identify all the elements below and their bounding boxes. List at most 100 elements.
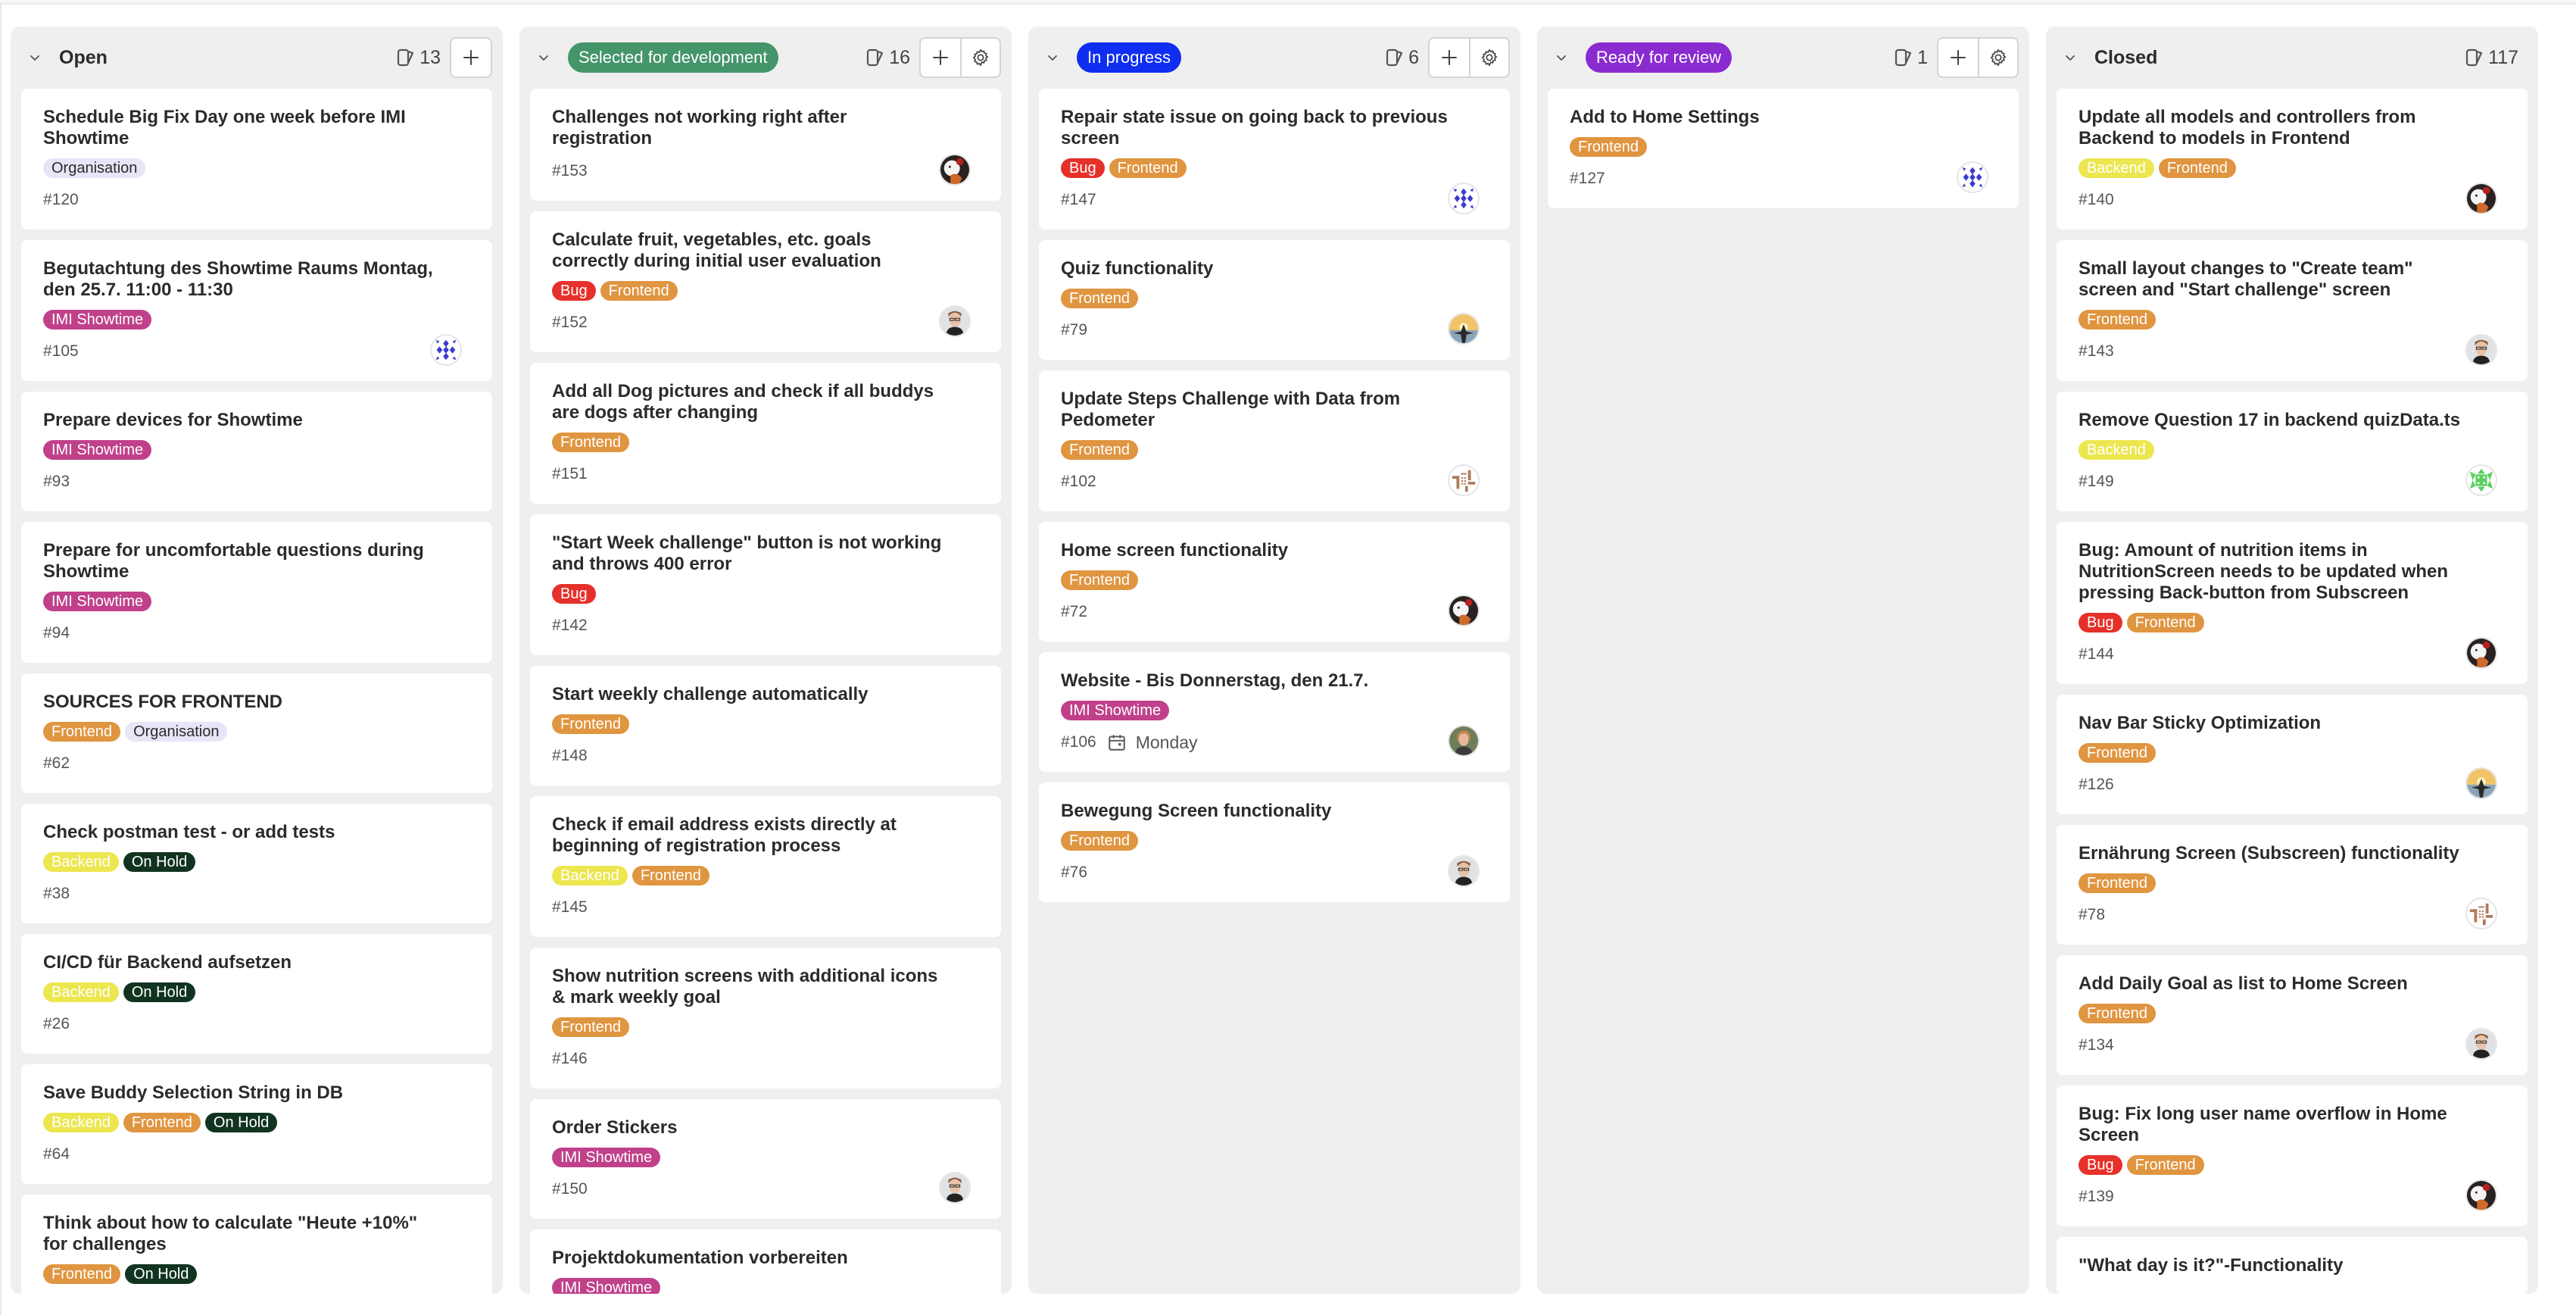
assignee-avatar[interactable] — [1448, 855, 1480, 887]
issue-title[interactable]: Add to Home Settings — [1570, 107, 1997, 128]
assignee-avatar[interactable] — [2465, 898, 2497, 929]
issue-card[interactable]: Quiz functionality Frontend #79 — [1039, 240, 1510, 360]
label-frontend[interactable]: Frontend — [552, 714, 630, 734]
issue-card[interactable]: Think about how to calculate "Heute +10%… — [21, 1195, 492, 1294]
issue-title[interactable]: Update Steps Challenge with Data from Pe… — [1061, 389, 1488, 431]
column-settings-button[interactable] — [1469, 39, 1508, 77]
assignee-avatar[interactable] — [2465, 183, 2497, 214]
assignee-avatar[interactable] — [1448, 313, 1480, 345]
chevron-down-icon[interactable] — [536, 50, 551, 65]
label-on-hold[interactable]: On Hold — [123, 852, 196, 872]
assignee-avatar[interactable] — [939, 305, 971, 337]
issue-title[interactable]: SOURCES FOR FRONTEND — [43, 692, 470, 713]
label-backend[interactable]: Backend — [43, 982, 119, 1002]
chevron-down-icon[interactable] — [27, 50, 42, 65]
label-imi-showtime[interactable]: IMI Showtime — [1061, 701, 1170, 720]
issue-title[interactable]: Projektdokumentation vorbereiten — [552, 1248, 979, 1269]
issue-card[interactable]: Prepare for uncomfortable questions duri… — [21, 522, 492, 663]
label-frontend[interactable]: Frontend — [43, 1264, 121, 1284]
issue-card[interactable]: "What day is it?"-Functionality — [2057, 1237, 2528, 1294]
issue-title[interactable]: "What day is it?"-Functionality — [2079, 1255, 2506, 1276]
issue-card[interactable]: Ernährung Screen (Subscreen) functionali… — [2057, 825, 2528, 945]
add-issue-button[interactable] — [451, 39, 491, 77]
issue-card[interactable]: Schedule Big Fix Day one week before IMI… — [21, 89, 492, 230]
label-frontend[interactable]: Frontend — [1570, 137, 1648, 157]
issue-title[interactable]: Challenges not working right after regis… — [552, 107, 979, 149]
label-backend[interactable]: Backend — [43, 852, 119, 872]
issue-title[interactable]: Home screen functionality — [1061, 540, 1488, 561]
issue-card[interactable]: Start weekly challenge automatically Fron… — [530, 666, 1001, 786]
issue-title[interactable]: Prepare for uncomfortable questions duri… — [43, 540, 470, 583]
assignee-avatar[interactable] — [1448, 725, 1480, 757]
label-organisation[interactable]: Organisation — [43, 158, 146, 178]
label-frontend[interactable]: Frontend — [2126, 1155, 2204, 1175]
assignee-avatar[interactable] — [1957, 161, 1988, 193]
label-frontend[interactable]: Frontend — [2079, 310, 2157, 330]
issue-title[interactable]: "Start Week challenge" button is not wor… — [552, 533, 979, 575]
chevron-down-icon[interactable] — [1554, 50, 1569, 65]
issue-title[interactable]: Add Daily Goal as list to Home Screen — [2079, 973, 2506, 995]
issue-title[interactable]: CI/CD für Backend aufsetzen — [43, 952, 470, 973]
issue-card[interactable]: Bug: Fix long user name overflow in Home… — [2057, 1085, 2528, 1226]
label-imi-showtime[interactable]: IMI Showtime — [552, 1278, 661, 1294]
issue-title[interactable]: Check postman test - or add tests — [43, 822, 470, 843]
issue-title[interactable]: Bewegung Screen functionality — [1061, 801, 1488, 822]
issue-card[interactable]: Remove Question 17 in backend quizData.t… — [2057, 392, 2528, 511]
label-frontend[interactable]: Frontend — [600, 281, 678, 301]
label-imi-showtime[interactable]: IMI Showtime — [552, 1148, 661, 1167]
assignee-avatar[interactable] — [2465, 464, 2497, 496]
label-backend[interactable]: Backend — [43, 1113, 119, 1132]
assignee-avatar[interactable] — [1448, 464, 1480, 496]
issue-card[interactable]: Show nutrition screens with additional i… — [530, 948, 1001, 1089]
issue-title[interactable]: Start weekly challenge automatically — [552, 684, 979, 705]
label-on-hold[interactable]: On Hold — [125, 1264, 198, 1284]
add-issue-button[interactable] — [1938, 39, 1978, 77]
add-issue-button[interactable] — [1430, 39, 1469, 77]
issue-title[interactable]: Quiz functionality — [1061, 258, 1488, 280]
issue-title[interactable]: Save Buddy Selection String in DB — [43, 1082, 470, 1104]
label-frontend[interactable]: Frontend — [1061, 570, 1139, 590]
issue-title[interactable]: Nav Bar Sticky Optimization — [2079, 713, 2506, 734]
label-on-hold[interactable]: On Hold — [123, 982, 196, 1002]
issue-title[interactable]: Ernährung Screen (Subscreen) functionali… — [2079, 843, 2506, 864]
label-frontend[interactable]: Frontend — [2079, 873, 2157, 893]
label-imi-showtime[interactable]: IMI Showtime — [43, 310, 152, 330]
label-frontend[interactable]: Frontend — [1061, 831, 1139, 851]
label-frontend[interactable]: Frontend — [552, 433, 630, 452]
assignee-avatar[interactable] — [2465, 1179, 2497, 1211]
issue-card[interactable]: Add all Dog pictures and check if all bu… — [530, 363, 1001, 504]
issue-card[interactable]: Bewegung Screen functionality Frontend #76 — [1039, 782, 1510, 902]
label-backend[interactable]: Backend — [2079, 158, 2154, 178]
label-frontend[interactable]: Frontend — [2079, 1004, 2157, 1023]
issue-card[interactable]: Save Buddy Selection String in DB Backend… — [21, 1064, 492, 1184]
issue-card[interactable]: SOURCES FOR FRONTEND Frontend Organisation… — [21, 673, 492, 793]
issue-card[interactable]: Begutachtung des Showtime Raums Montag, … — [21, 240, 492, 381]
issue-card[interactable]: Repair state issue on going back to prev… — [1039, 89, 1510, 230]
issue-card[interactable]: CI/CD für Backend aufsetzen Backend On Hol… — [21, 934, 492, 1054]
label-frontend[interactable]: Frontend — [2158, 158, 2236, 178]
issue-title[interactable]: Order Stickers — [552, 1117, 979, 1139]
issue-title[interactable]: Remove Question 17 in backend quizData.t… — [2079, 410, 2506, 431]
add-issue-button[interactable] — [921, 39, 960, 77]
issue-card[interactable]: Prepare devices for Showtime IMI Showtime… — [21, 392, 492, 511]
issue-card[interactable]: Update all models and controllers from B… — [2057, 89, 2528, 230]
assignee-avatar[interactable] — [1448, 595, 1480, 626]
label-bug[interactable]: Bug — [2079, 613, 2122, 633]
label-on-hold[interactable]: On Hold — [204, 1113, 278, 1132]
label-backend[interactable]: Backend — [2079, 440, 2154, 460]
label-frontend[interactable]: Frontend — [123, 1113, 201, 1132]
issue-card[interactable]: Calculate fruit, vegetables, etc. goals … — [530, 211, 1001, 352]
issue-card[interactable]: Order Stickers IMI Showtime #150 — [530, 1099, 1001, 1219]
issue-card[interactable]: Projektdokumentation vorbereiten IMI Show… — [530, 1229, 1001, 1294]
issue-card[interactable]: Update Steps Challenge with Data from Pe… — [1039, 370, 1510, 511]
assignee-avatar[interactable] — [2465, 334, 2497, 366]
chevron-down-icon[interactable] — [2063, 50, 2078, 65]
issue-title[interactable]: Think about how to calculate "Heute +10%… — [43, 1213, 470, 1255]
label-imi-showtime[interactable]: IMI Showtime — [43, 440, 152, 460]
assignee-avatar[interactable] — [939, 154, 971, 186]
issue-card[interactable]: Check if email address exists directly a… — [530, 796, 1001, 937]
issue-title[interactable]: Add all Dog pictures and check if all bu… — [552, 381, 979, 423]
label-frontend[interactable]: Frontend — [1109, 158, 1187, 178]
issue-title[interactable]: Update all models and controllers from B… — [2079, 107, 2506, 149]
label-bug[interactable]: Bug — [552, 584, 596, 604]
